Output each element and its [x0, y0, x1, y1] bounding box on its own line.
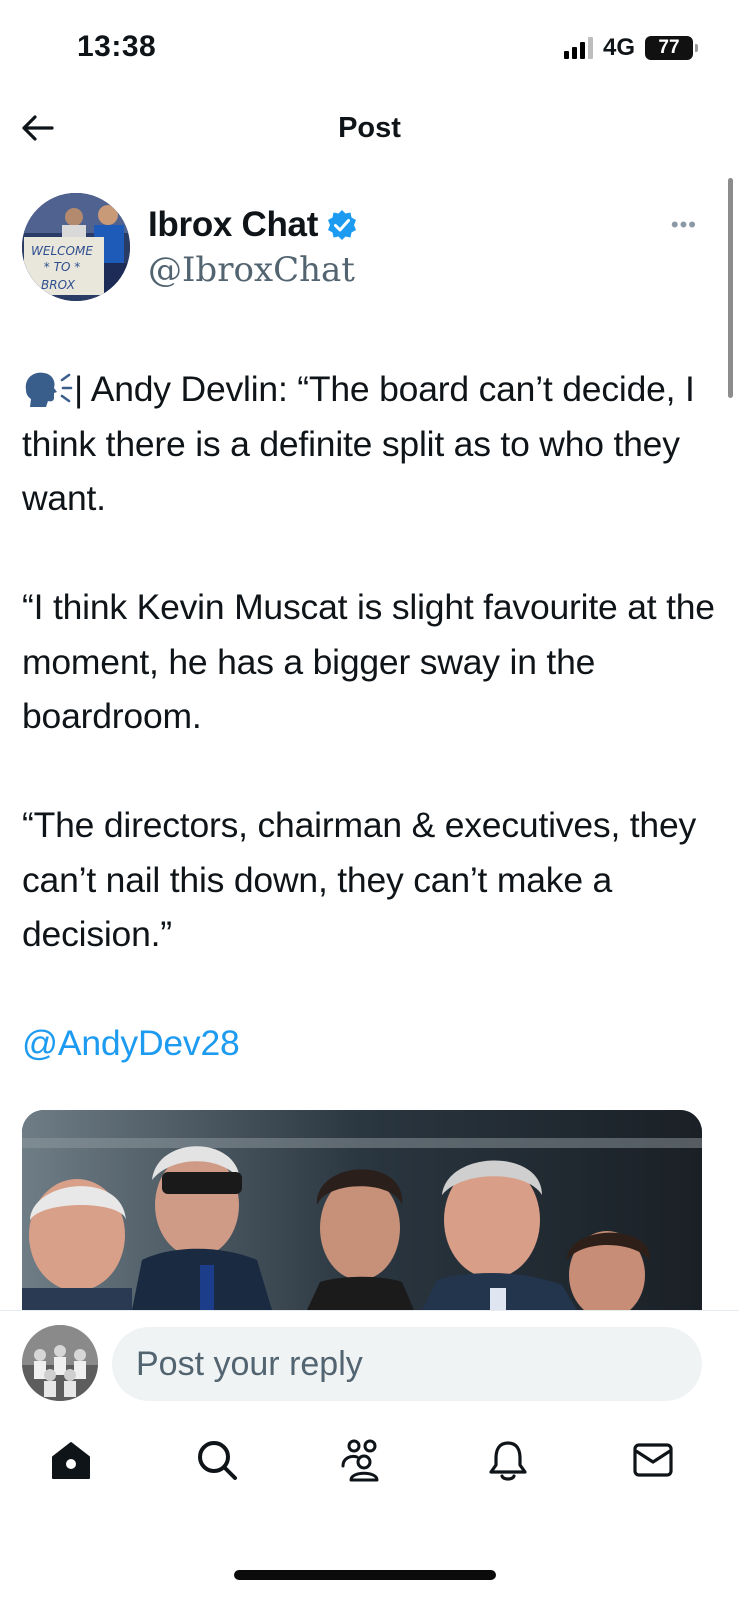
status-time: 13:38: [77, 30, 157, 63]
tab-home[interactable]: [47, 1436, 95, 1484]
paragraph-2: “I think Kevin Muscat is slight favourit…: [22, 587, 715, 736]
envelope-icon: [633, 1443, 673, 1477]
avatar-sign-line-3: BROX: [41, 278, 76, 292]
home-icon: [52, 1442, 90, 1479]
tab-messages[interactable]: [629, 1436, 677, 1484]
tab-search[interactable]: [193, 1436, 241, 1484]
tab-notifications[interactable]: [484, 1436, 532, 1484]
mention-link[interactable]: @AndyDev28: [22, 1023, 240, 1063]
signal-icon: [563, 37, 593, 59]
author-name-row[interactable]: Ibrox Chat: [148, 205, 358, 245]
verified-badge-icon: [328, 210, 357, 240]
author-name[interactable]: Ibrox Chat: [148, 205, 318, 245]
battery-level: 77: [658, 37, 680, 58]
status-indicators: 4G 77: [563, 34, 698, 62]
paragraph-1: | Andy Devlin: “The board can’t decide, …: [22, 362, 722, 526]
more-options-button[interactable]: •••: [671, 212, 697, 238]
author-avatar[interactable]: WELCOME * TO * BROX: [22, 193, 130, 301]
bottom-tab-bar: [0, 1418, 739, 1508]
network-label: 4G: [602, 34, 635, 61]
post-body: | Andy Devlin: “The board can’t decide, …: [22, 362, 722, 1071]
bell-icon: [489, 1441, 527, 1481]
speaking-head-icon: [25, 372, 73, 407]
search-icon: [198, 1441, 237, 1480]
avatar-sign-line-1: WELCOME: [31, 244, 93, 258]
avatar-sign-line-2: * TO *: [44, 260, 80, 274]
author-handle[interactable]: @IbroxChat: [148, 250, 355, 290]
page-title: Post: [338, 112, 401, 144]
scrollbar[interactable]: [728, 178, 733, 398]
reply-input[interactable]: Post your reply: [112, 1327, 702, 1401]
home-indicator[interactable]: [234, 1570, 496, 1580]
reply-placeholder: Post your reply: [136, 1344, 363, 1383]
user-avatar[interactable]: [22, 1325, 98, 1401]
paragraph-1-text: | Andy Devlin: “The board can’t decide, …: [22, 369, 695, 518]
post-image[interactable]: [22, 1110, 702, 1310]
communities-icon: [341, 1439, 379, 1482]
paragraph-3: “The directors, chairman & executives, t…: [22, 805, 697, 954]
post-screen: 13:38 4G 77 Post WELCOME * TO * BROX Ibr…: [0, 0, 739, 1600]
reply-bar: Post your reply: [0, 1310, 739, 1412]
battery-icon: 77: [645, 36, 698, 60]
tab-communities[interactable]: [338, 1436, 386, 1484]
